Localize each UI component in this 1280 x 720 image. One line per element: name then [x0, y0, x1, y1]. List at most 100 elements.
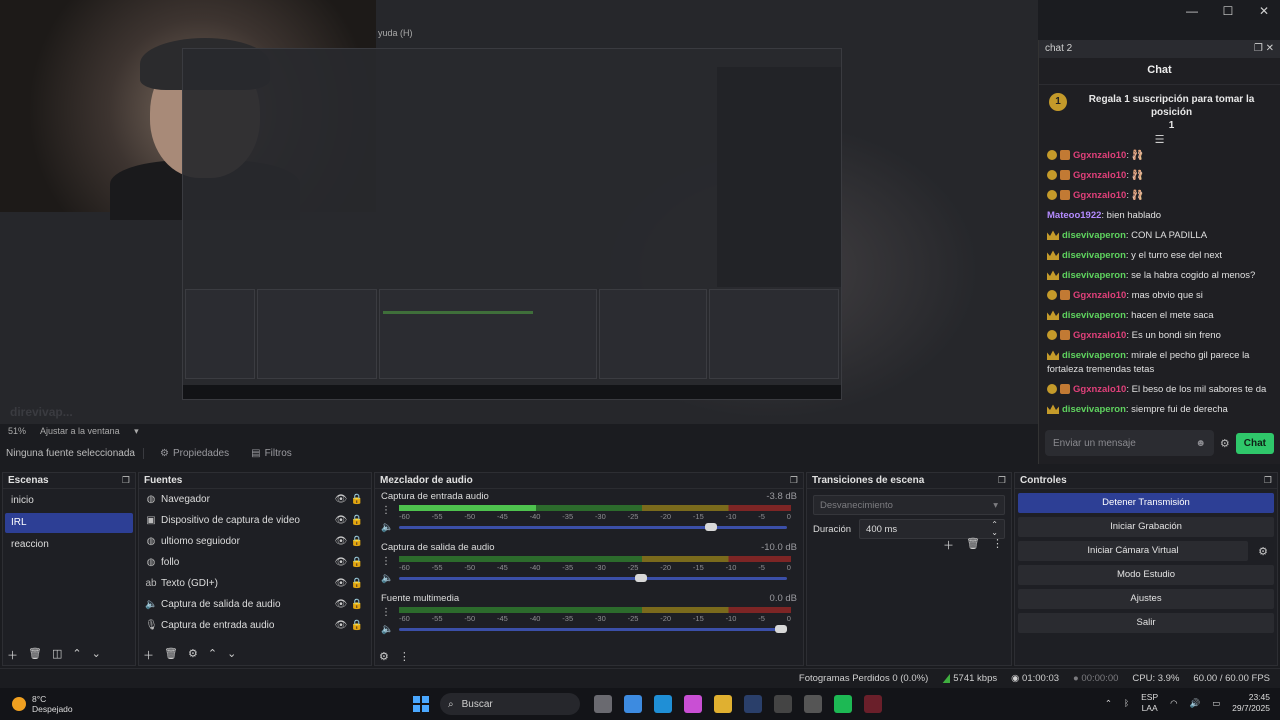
chat-username[interactable]: Ggxnzalo10 — [1073, 384, 1126, 395]
start-recording-button[interactable]: Iniciar Grabación — [1018, 517, 1274, 537]
task-view-icon[interactable] — [594, 695, 612, 713]
close-button[interactable]: ✕ — [1256, 4, 1272, 18]
chat-username[interactable]: Ggxnzalo10 — [1073, 330, 1126, 341]
add-source-icon[interactable]: ＋ — [143, 647, 154, 663]
speaker-icon[interactable]: 🔈 — [381, 624, 395, 635]
undock-icon[interactable]: ❐ — [1264, 475, 1272, 486]
chat-username[interactable]: disevivaperon — [1062, 250, 1126, 261]
eye-icon[interactable]: 👁 — [333, 578, 349, 589]
source-row[interactable]: ◍ ultiomo seguiodor 👁 🔒 — [139, 531, 371, 552]
filters-button[interactable]: ▤ Filtros — [245, 446, 298, 461]
undock-icon[interactable]: ❐ — [122, 475, 130, 486]
source-row[interactable]: ◍ Navegador 👁 🔒 — [139, 489, 371, 510]
scene-item[interactable]: reaccion — [5, 535, 133, 555]
minimize-button[interactable]: — — [1184, 4, 1200, 18]
chat-message[interactable]: disevivaperon: y el turro ese del next — [1047, 246, 1272, 266]
chat-message[interactable]: Ggxnzalo10: mas obvio que si — [1047, 286, 1272, 306]
add-transition-icon[interactable]: ＋ — [943, 537, 954, 553]
duration-spinbox[interactable]: 400 ms ⌃ ⌄ — [859, 519, 1005, 539]
volume-slider-knob[interactable] — [775, 625, 787, 633]
chrome-icon[interactable] — [624, 695, 642, 713]
copilot-icon[interactable] — [684, 695, 702, 713]
steam-icon[interactable] — [744, 695, 762, 713]
volume-slider[interactable] — [399, 523, 787, 531]
battery-icon[interactable]: ▭ — [1212, 698, 1220, 709]
stop-stream-button[interactable]: Detener Transmisión — [1018, 493, 1274, 513]
advanced-audio-icon[interactable]: ⚙ — [379, 650, 389, 663]
file-explorer-icon[interactable] — [714, 695, 732, 713]
xbox-icon[interactable] — [774, 695, 792, 713]
settings-button[interactable]: Ajustes — [1018, 589, 1274, 609]
chat-message[interactable]: disevivaperon: mirale el pecho gil parec… — [1047, 346, 1272, 380]
chat-username[interactable]: Ggxnzalo10 — [1073, 150, 1126, 161]
source-settings-gear-icon[interactable]: ⚙ — [188, 647, 198, 663]
lock-icon[interactable]: 🔒 — [349, 578, 365, 589]
app-icon[interactable] — [864, 695, 882, 713]
channel-menu-icon[interactable]: ⋮ — [381, 556, 391, 567]
chat-username[interactable]: Mateoo1922 — [1047, 210, 1101, 221]
source-row[interactable]: ◍ follo 👁 🔒 — [139, 552, 371, 573]
chat-username[interactable]: Ggxnzalo10 — [1073, 290, 1126, 301]
chat-message[interactable]: Ggxnzalo10: 🩰 — [1047, 186, 1272, 206]
spin-arrows-icon[interactable]: ⌃ ⌄ — [991, 521, 998, 537]
volume-slider[interactable] — [399, 574, 787, 582]
channel-menu-icon[interactable]: ⋮ — [381, 607, 391, 618]
chat-message[interactable]: disevivaperon: hacen el mete saca — [1047, 306, 1272, 326]
properties-button[interactable]: ⚙ Propiedades — [154, 446, 235, 461]
volume-slider-knob[interactable] — [705, 523, 718, 531]
clock[interactable]: 23:45 29/7/2025 — [1232, 692, 1270, 714]
chat-message[interactable]: Ggxnzalo10: El beso de los mil sabores t… — [1047, 380, 1272, 400]
virtual-cam-gear-icon[interactable]: ⚙ — [1252, 545, 1274, 558]
maximize-button[interactable]: ☐ — [1220, 4, 1236, 18]
spotify-icon[interactable] — [834, 695, 852, 713]
scene-item[interactable]: IRL — [5, 513, 133, 533]
pinned-gift-banner[interactable]: 1 Regala 1 suscripción para tomar la pos… — [1039, 85, 1280, 134]
lock-icon[interactable]: 🔒 — [349, 515, 365, 526]
chat-message[interactable]: disevivaperon: CON LA PADILLA — [1047, 226, 1272, 246]
chat-message[interactable]: Ggxnzalo10: 🩰 — [1047, 146, 1272, 166]
lock-icon[interactable]: 🔒 — [349, 536, 365, 547]
speaker-icon[interactable]: 🔈 — [381, 522, 395, 533]
chat-username[interactable]: disevivaperon — [1062, 230, 1126, 241]
source-row[interactable]: ▣ Dispositivo de captura de video 👁 🔒 — [139, 510, 371, 531]
start-virtual-camera-button[interactable]: Iniciar Cámara Virtual — [1018, 541, 1248, 561]
move-up-icon[interactable]: ⌃ — [72, 647, 81, 663]
edge-icon[interactable] — [654, 695, 672, 713]
undock-icon[interactable]: ❐ — [790, 475, 798, 486]
volume-slider[interactable] — [399, 625, 787, 633]
chat-message[interactable]: Mateoo1922: bien hablado — [1047, 206, 1272, 226]
filter-icon[interactable]: ☰ — [1039, 134, 1280, 146]
language-indicator[interactable]: ESP LAA — [1141, 692, 1158, 714]
channel-menu-icon[interactable]: ⋮ — [381, 505, 391, 516]
chat-username[interactable]: disevivaperon — [1062, 270, 1126, 281]
volume-slider-knob[interactable] — [635, 574, 648, 582]
chat-message[interactable]: Ggxnzalo10: 🩰 — [1047, 166, 1272, 186]
remove-source-icon[interactable]: 🗑 — [164, 647, 178, 663]
eye-icon[interactable]: 👁 — [333, 599, 349, 610]
speaker-icon[interactable]: 🔈 — [381, 573, 395, 584]
chat-message[interactable]: Ggxnzalo10: Es un bondi sin freno — [1047, 326, 1272, 346]
volume-icon[interactable]: 🔊 — [1190, 698, 1201, 709]
remove-transition-icon[interactable]: 🗑 — [966, 537, 980, 553]
source-row[interactable]: 🔈 Captura de salida de audio 👁 🔒 — [139, 594, 371, 615]
stream-preview[interactable]: direvivap... — [0, 0, 1038, 424]
transition-select[interactable]: Desvanecimiento ▾ — [813, 495, 1005, 515]
eye-icon[interactable]: 👁 — [333, 536, 349, 547]
undock-icon[interactable]: ❐ — [1254, 43, 1263, 54]
chat-username[interactable]: disevivaperon — [1062, 404, 1126, 415]
add-scene-icon[interactable]: ＋ — [7, 647, 18, 663]
chat-username[interactable]: disevivaperon — [1062, 350, 1126, 361]
wifi-icon[interactable]: ◠ — [1170, 698, 1177, 709]
scene-item[interactable]: inicio — [5, 491, 133, 511]
start-button[interactable] — [413, 696, 429, 712]
studio-mode-button[interactable]: Modo Estudio — [1018, 565, 1274, 585]
move-down-icon[interactable]: ⌄ — [92, 647, 101, 663]
remove-scene-icon[interactable]: 🗑 — [28, 647, 42, 663]
eye-icon[interactable]: 👁 — [333, 494, 349, 505]
source-row[interactable]: ab Texto (GDI+) 👁 🔒 — [139, 573, 371, 594]
chevron-up-icon[interactable]: ⌃ — [1105, 698, 1112, 709]
lock-icon[interactable]: 🔒 — [349, 620, 365, 631]
transition-menu-icon[interactable]: ⋮ — [992, 537, 1003, 553]
chat-message[interactable]: disevivaperon: se la habra cogido al men… — [1047, 266, 1272, 286]
chat-username[interactable]: Ggxnzalo10 — [1073, 170, 1126, 181]
